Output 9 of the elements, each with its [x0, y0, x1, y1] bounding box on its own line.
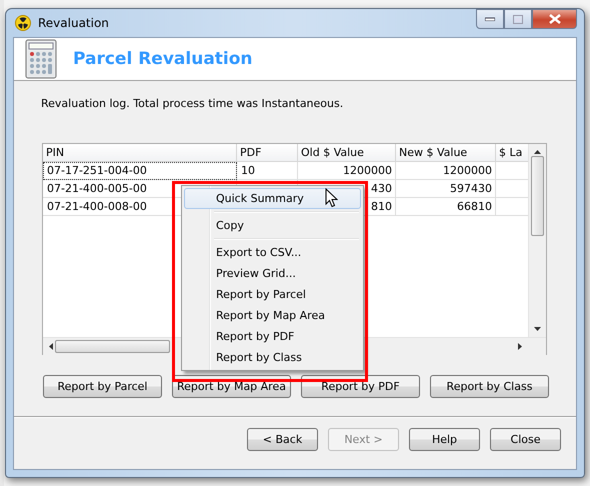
window-title: Revaluation	[38, 16, 109, 30]
table-cell: 10	[237, 162, 298, 180]
page-heading: Parcel Revaluation	[73, 49, 253, 69]
table-cell: 66810	[396, 198, 496, 216]
table-cell: 1200000	[396, 162, 496, 180]
status-message: Revaluation log. Total process time was Instantaneous.	[41, 97, 344, 110]
table-cell: 07-17-251-004-00	[43, 162, 237, 180]
table-cell: 597430	[396, 180, 496, 198]
table-cell: 1200000	[298, 162, 396, 180]
